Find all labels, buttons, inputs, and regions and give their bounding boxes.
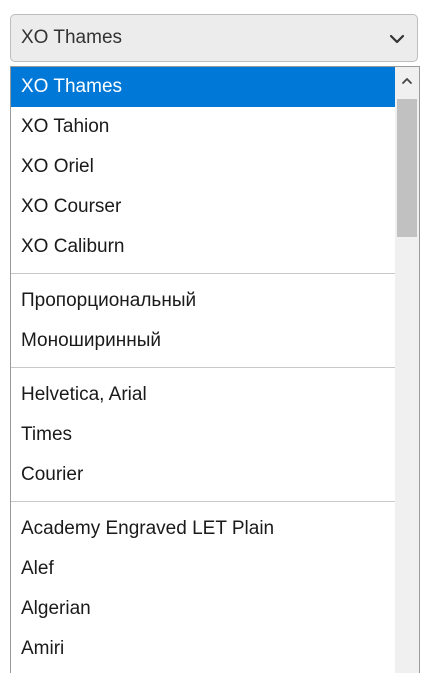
font-option[interactable]: XO Thames <box>11 67 395 107</box>
font-dropdown-list[interactable]: XO Thames XO Tahion XO Oriel XO Courser … <box>10 66 420 673</box>
font-option[interactable]: Algerian <box>11 589 395 629</box>
dropdown-scrollbar[interactable] <box>395 67 419 673</box>
font-option[interactable]: XO Caliburn <box>11 227 395 267</box>
font-option[interactable]: XO Courser <box>11 187 395 227</box>
chevron-down-icon <box>389 34 405 44</box>
scrollbar-thumb[interactable] <box>397 99 417 237</box>
font-option[interactable]: Times <box>11 415 395 455</box>
group-separator <box>11 495 395 509</box>
font-option[interactable]: Моноширинный <box>11 321 395 361</box>
font-option[interactable]: Пропорциональный <box>11 281 395 321</box>
group-separator <box>11 267 395 281</box>
font-option[interactable]: Academy Engraved LET Plain <box>11 509 395 549</box>
group-separator <box>11 361 395 375</box>
font-select-value: XO Thames <box>21 27 123 48</box>
font-option[interactable]: Alef <box>11 549 395 589</box>
font-option[interactable]: Amiri <box>11 629 395 669</box>
chevron-up-icon <box>402 78 412 84</box>
font-select[interactable]: XO Thames <box>10 14 418 62</box>
font-option[interactable]: XO Oriel <box>11 147 395 187</box>
font-options: XO Thames XO Tahion XO Oriel XO Courser … <box>11 67 395 669</box>
font-option[interactable]: XO Tahion <box>11 107 395 147</box>
font-option[interactable]: Courier <box>11 455 395 495</box>
scroll-up-button[interactable] <box>395 67 419 95</box>
font-option[interactable]: Helvetica, Arial <box>11 375 395 415</box>
